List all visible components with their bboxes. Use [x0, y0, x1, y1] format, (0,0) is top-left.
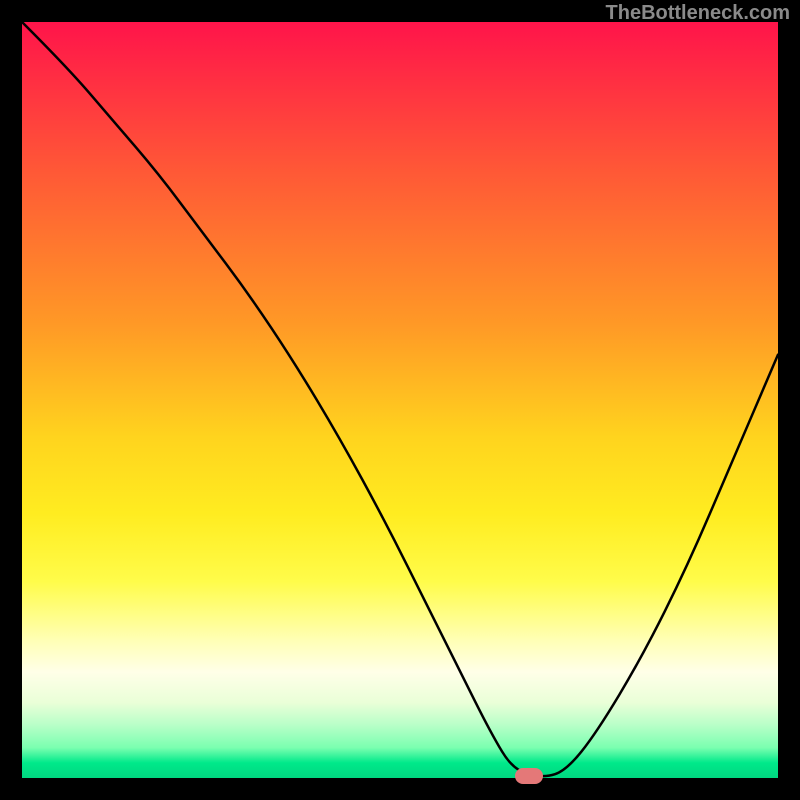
- plot-area: [22, 22, 778, 778]
- optimum-marker: [515, 768, 543, 784]
- bottleneck-curve: [22, 22, 778, 778]
- chart-frame: TheBottleneck.com: [0, 0, 800, 800]
- watermark-text: TheBottleneck.com: [606, 2, 790, 25]
